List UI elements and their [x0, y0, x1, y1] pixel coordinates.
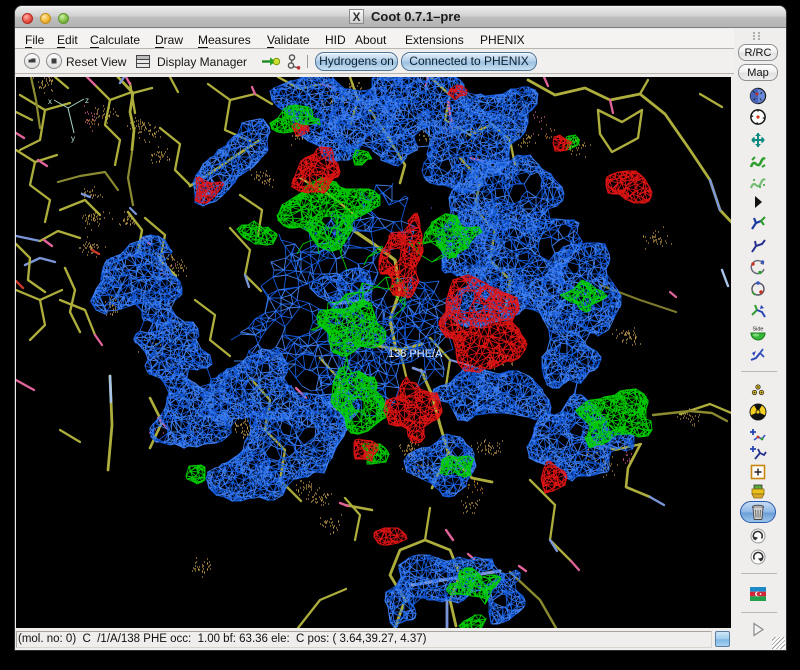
svg-text:Side: Side	[752, 327, 763, 333]
svg-text:y: y	[71, 134, 75, 143]
svg-text:x: x	[48, 97, 52, 106]
svg-text:z: z	[85, 96, 89, 105]
svg-text:138 PHE/A: 138 PHE/A	[388, 348, 443, 360]
